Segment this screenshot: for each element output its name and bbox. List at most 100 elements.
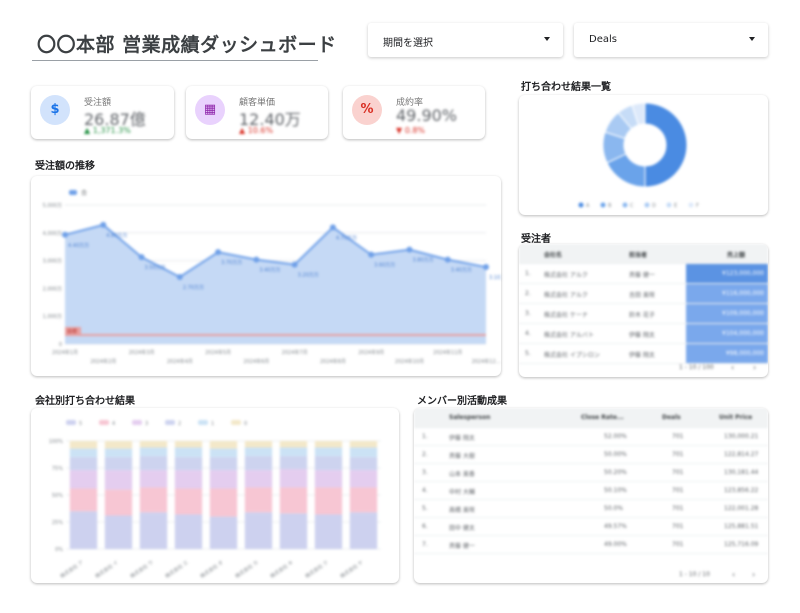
stacked-bar-segment (174, 441, 203, 448)
chevron-right-icon[interactable]: › (753, 363, 756, 372)
x-tick-label: 株式会社 エ (164, 559, 190, 580)
table-row[interactable]: 3. 山本 美香 50.20% 701 130,181.44 (414, 464, 768, 482)
x-tick-label: 2024年11月 (433, 349, 462, 356)
x-tick-label: 2024年1月 (52, 349, 78, 356)
table-row[interactable]: 4. 株式会社 アルバト 伊藤 翔太 ¥104,000,000 (519, 324, 768, 344)
chevron-right-icon[interactable]: › (752, 570, 755, 579)
building-icon: ▦ (203, 102, 217, 117)
kpi-value: 49.90% (396, 106, 458, 125)
orders-table: 会社名 担当者 売上額 1. 株式会社 アルク 斉藤 健一 ¥123,000,000 2… (519, 244, 768, 377)
stacked-bar-segment (314, 447, 343, 457)
x-tick-label: 株式会社 ケ (339, 559, 365, 580)
deals-dropdown[interactable]: Deals (574, 23, 768, 57)
period-dropdown[interactable]: 期間を選択 (368, 23, 563, 57)
stacked-bar-segment (349, 457, 378, 471)
revenue-heat-cell: ¥98,000,000 (686, 344, 768, 363)
stacked-bar-segment (174, 470, 203, 489)
column-header[interactable]: Salesperson (449, 414, 490, 421)
donut-chart: A B C D E F (578, 102, 699, 209)
chevron-left-icon[interactable]: ‹ (732, 570, 735, 579)
legend-label: D (652, 203, 656, 209)
stacked-bar-segment (209, 441, 238, 449)
column-header[interactable]: Unit Price (719, 414, 752, 421)
stacked-bar-segment (139, 441, 168, 448)
legend-swatch (666, 202, 672, 208)
table-cell: 3. (525, 310, 531, 317)
table-cell: 鈴木 花子 (629, 312, 655, 319)
table-cell: 125,716.09 (724, 541, 759, 548)
stacked-bar-segment (314, 514, 343, 549)
table-row[interactable]: 5. 株式会社 イプシロン 伊藤 翔太 ¥98,000,000 (519, 344, 768, 364)
table-row[interactable]: 2. 斉藤 大樹 50.00% 701 122,814.27 (414, 446, 768, 464)
table-cell: 122,001.28 (724, 505, 759, 512)
kpi-change: ▲ 10.6% (239, 126, 274, 135)
data-label: 2.70万万 (183, 285, 204, 291)
chevron-left-icon[interactable]: ‹ (731, 363, 734, 372)
stacked-bar-segment (279, 487, 308, 514)
table-row[interactable]: 1. 株式会社 アルク 斉藤 健一 ¥123,000,000 (519, 264, 768, 284)
table-cell: 山本 美香 (449, 471, 475, 478)
table-cell: ¥123,000,000 (722, 270, 764, 277)
x-tick-label: 2024年8月 (320, 358, 346, 365)
data-point (138, 254, 145, 261)
kpi-icon-circle: ▦ (195, 95, 225, 125)
x-tick-label: 株式会社 オ (199, 559, 225, 580)
table-cell: 5. (422, 505, 428, 512)
y-tick-label: 0% (55, 547, 63, 553)
dollar-icon: $ (50, 102, 60, 117)
legend-swatch (132, 420, 142, 425)
data-label: 3.80万万 (412, 258, 433, 264)
table-cell: 伊藤 翔太 (629, 332, 655, 339)
table-cell: 130,181.44 (724, 469, 759, 476)
table-row[interactable]: 5. 高橋 美咲 50.0% 701 122,001.28 (414, 500, 768, 518)
legend-swatch (198, 420, 208, 425)
stacked-bar-segment (314, 470, 343, 488)
table-cell: 2. (422, 451, 428, 458)
x-tick-label: 株式会社 ウ (129, 559, 155, 580)
stacked-bar-segment (69, 441, 98, 449)
legend-swatch (644, 202, 650, 208)
column-header[interactable]: 担当者 (629, 250, 647, 259)
data-point (176, 273, 183, 280)
line-chart-title: 受注額の推移 (35, 161, 95, 172)
orders-table-title: 受注者 (521, 234, 551, 245)
stacked-bar-segment (314, 441, 343, 448)
data-label: 3.70万万 (221, 260, 242, 266)
data-point (291, 261, 298, 268)
table-cell: 50.10% (604, 487, 627, 494)
stacked-bar-segment (209, 470, 238, 489)
legend-label: 0 (244, 421, 247, 427)
table-row[interactable]: 4. 中村 大輔 50.10% 701 123,856.22 (414, 482, 768, 500)
stacked-chart-card: 5 4 3 2 1 0 0% 25% 50% 75% 100% 株式会社 ア株式会社 イ株式会社 ウ株… (31, 408, 399, 583)
table-row[interactable]: 7. 斉藤 健一 49.00% 701 125,716.09 (414, 536, 768, 554)
stacked-bar-segment (349, 512, 378, 549)
data-point (444, 256, 451, 263)
column-header[interactable]: Close Rate... (581, 414, 624, 421)
table-header-row: 会社名 担当者 売上額 (519, 244, 768, 264)
table-cell: 株式会社 イプシロン (544, 352, 600, 359)
kpi-card-close-rate: % 成約率 49.90% ▼ 0.8% (343, 86, 485, 139)
table-cell: 伊藤 翔太 (449, 435, 475, 442)
stacked-bar-segment (139, 512, 168, 549)
stacked-chart-title: 会社別打ち合わせ結果 (35, 396, 135, 407)
stacked-bar-segment (139, 447, 168, 457)
table-row[interactable]: 1. 伊藤 翔太 52.00% 701 130,000.21 (414, 428, 768, 446)
table-cell: 吉田 美咲 (629, 292, 655, 299)
data-point (483, 264, 489, 271)
data-label: 3.20万万 (298, 273, 319, 279)
table-cell: 斉藤 健一 (629, 272, 655, 279)
data-label: 3.60万万 (374, 263, 395, 269)
legend-swatch (66, 420, 76, 425)
table-row[interactable]: 3. 株式会社 ケーナ 鈴木 花子 ¥109,000,000 (519, 304, 768, 324)
column-header[interactable]: Deals (662, 414, 681, 421)
table-cell: 701 (672, 433, 684, 440)
table-row[interactable]: 6. 田中 健太 49.57% 701 125,881.51 (414, 518, 768, 536)
column-header[interactable]: 会社名 (544, 250, 562, 259)
table-row[interactable]: 2. 株式会社 アルク 吉田 美咲 ¥116,000,000 (519, 284, 768, 304)
stacked-bar-segment (349, 441, 378, 448)
y-tick-label: 5,000万 (43, 203, 62, 209)
table-cell: 中村 大輔 (449, 489, 475, 496)
legend-label: 2 (178, 421, 181, 427)
column-header-sorted[interactable]: 売上額 (727, 250, 745, 259)
table-cell: 7. (422, 541, 428, 548)
